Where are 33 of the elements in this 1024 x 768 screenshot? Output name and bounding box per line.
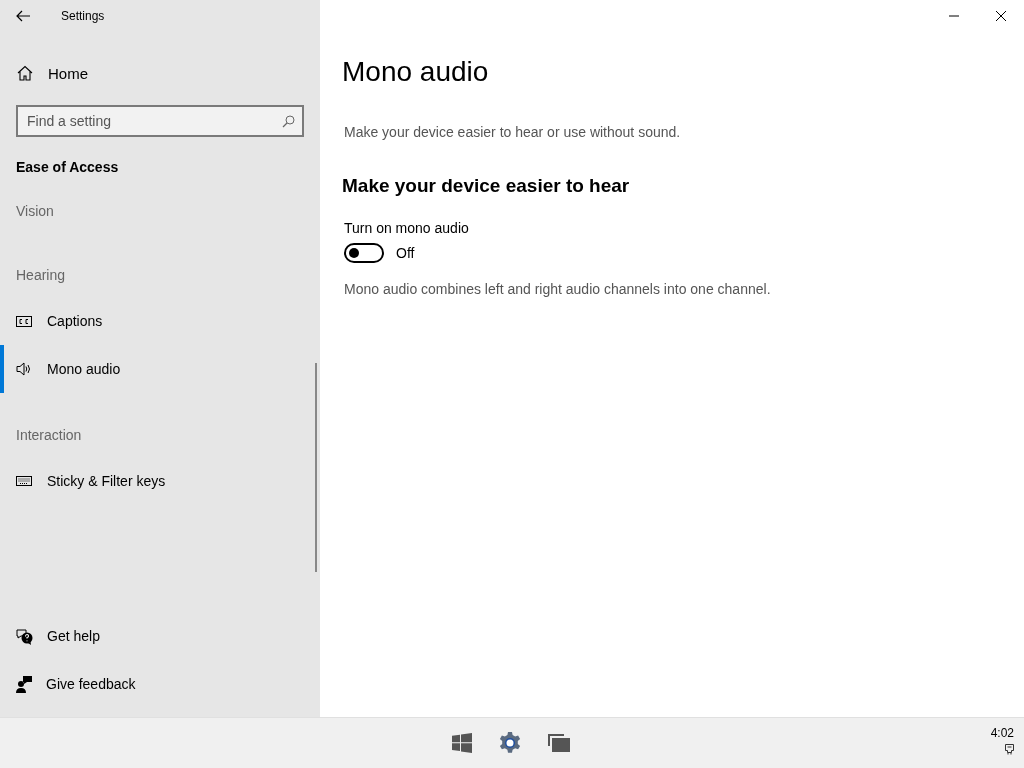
task-view-icon[interactable] bbox=[548, 734, 570, 753]
help-chat-icon bbox=[16, 627, 33, 645]
windows-logo-icon[interactable] bbox=[452, 733, 472, 754]
window-title: Settings bbox=[61, 9, 105, 23]
scrollbar-thumb[interactable] bbox=[315, 363, 317, 572]
back-arrow-icon bbox=[16, 10, 30, 22]
clock-text[interactable]: 4:02 bbox=[990, 726, 1014, 741]
nav-item[interactable]: Sticky & Filter keys bbox=[0, 457, 320, 505]
page-description: Make your device easier to hear or use without sound. bbox=[343, 123, 682, 142]
nav-item[interactable]: Captions bbox=[0, 297, 320, 345]
nav-group-heading: Vision bbox=[15, 202, 55, 221]
notification-icon[interactable] bbox=[1005, 744, 1014, 756]
speaker-icon bbox=[16, 362, 32, 376]
toggle-label: Turn on mono audio bbox=[343, 219, 470, 238]
nav-group-heading: Hearing bbox=[15, 266, 67, 285]
home-nav-item[interactable]: Home bbox=[0, 49, 320, 97]
category-heading: Ease of Access bbox=[15, 158, 120, 177]
search-field[interactable]: Find a setting bbox=[16, 105, 304, 137]
captions-icon bbox=[16, 315, 32, 327]
footer-link[interactable]: Get help bbox=[0, 612, 320, 661]
close-icon bbox=[995, 11, 1006, 21]
page-title: Mono audio bbox=[342, 55, 490, 89]
search-icon bbox=[282, 115, 295, 128]
setting-description: Mono audio combines left and right audio channels into one channel. bbox=[343, 280, 772, 299]
toggle-state-text: Off bbox=[396, 245, 415, 261]
footer-link[interactable]: Give feedback bbox=[0, 660, 320, 709]
keyboard-icon bbox=[16, 476, 32, 486]
section-heading: Make your device easier to hear bbox=[342, 174, 631, 198]
person-feedback-icon bbox=[16, 675, 32, 693]
gear-icon[interactable] bbox=[498, 731, 522, 756]
nav-group-heading: Interaction bbox=[15, 426, 83, 445]
toggle-switch[interactable] bbox=[344, 243, 384, 263]
home-icon bbox=[17, 65, 33, 81]
